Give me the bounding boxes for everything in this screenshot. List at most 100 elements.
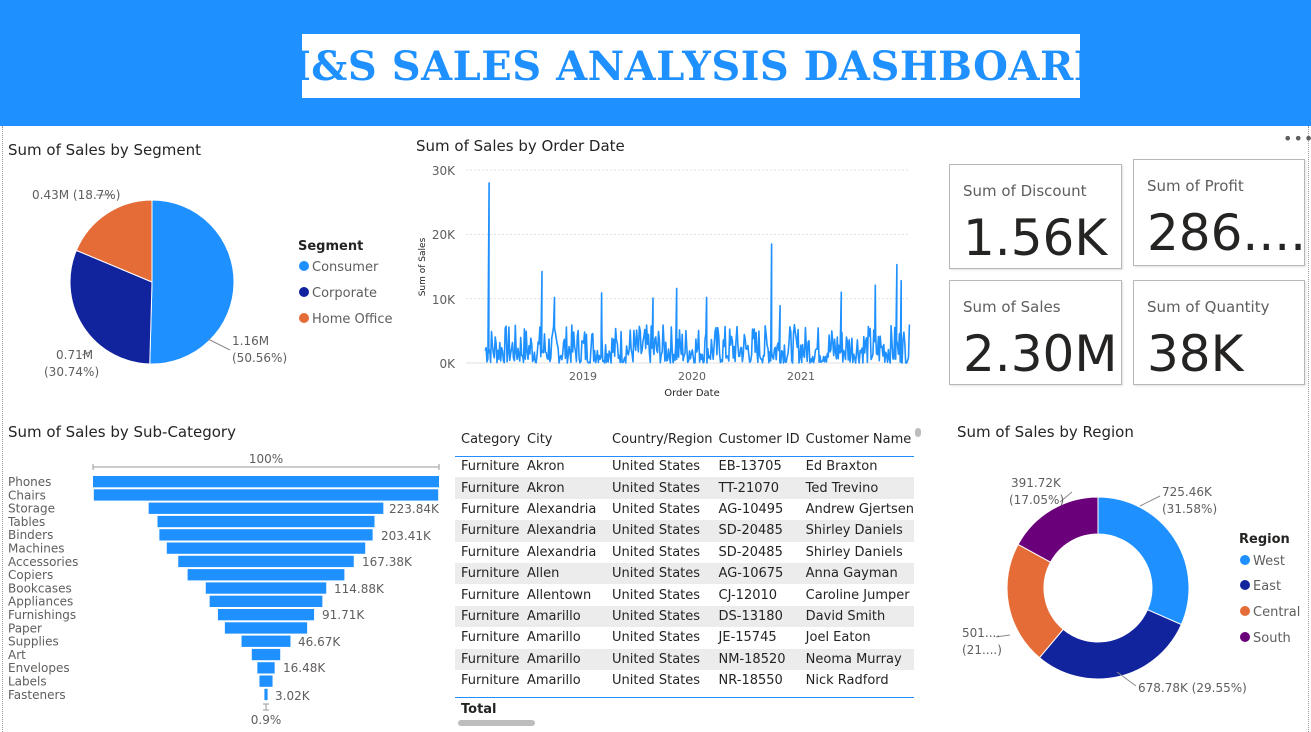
table-cell: Amarillo xyxy=(527,630,581,646)
funnel-bar-fasteners[interactable] xyxy=(264,688,268,701)
orders-table[interactable]: Category City Country/Region Customer ID… xyxy=(455,424,917,732)
kpi-label: Sum of Profit xyxy=(1147,177,1244,195)
table-row[interactable]: Furniture Alexandria United States SD-20485… xyxy=(455,520,914,542)
legend-south[interactable]: South xyxy=(1253,631,1291,646)
funnel-bar-labels[interactable] xyxy=(259,675,273,687)
kpi-card-discount[interactable]: Sum of Discount 1.56K xyxy=(949,164,1122,269)
funnel-bar-furnishings[interactable] xyxy=(217,609,315,621)
funnel-bar-appliances[interactable] xyxy=(209,595,323,607)
legend-central[interactable]: Central xyxy=(1253,605,1300,620)
table-cell: Amarillo xyxy=(527,673,581,689)
slice-east[interactable] xyxy=(1038,609,1182,680)
funnel-bar-copiers[interactable] xyxy=(187,569,345,581)
table-row[interactable]: Furniture Allen United States AG-10675 Anna … xyxy=(455,562,914,585)
legend-west[interactable]: West xyxy=(1253,554,1285,569)
table-cell: AG-10675 xyxy=(712,562,800,585)
value-label-envelopes: 16.48K xyxy=(283,661,326,675)
table-cell: Amarillo xyxy=(521,605,606,628)
category-label-supplies: Supplies xyxy=(8,635,59,649)
table-row[interactable]: Furniture Amarillo United States NR-18550 Ni… xyxy=(455,670,914,691)
header-banner: H&S SALES ANALYSIS DASHBOARD xyxy=(0,0,1311,126)
table-cell: SD-20485 xyxy=(712,520,800,542)
table-cell: NM-18520 xyxy=(712,648,800,670)
funnel-bar-machines[interactable] xyxy=(166,542,366,554)
leader-line xyxy=(1139,495,1161,507)
table-cell: Furniture xyxy=(455,648,521,670)
table-cell: United States xyxy=(606,520,713,542)
funnel-bar-supplies[interactable] xyxy=(241,635,291,647)
table-cell: Furniture xyxy=(455,605,521,628)
category-label-paper: Paper xyxy=(8,621,42,635)
funnel-bar-envelopes[interactable] xyxy=(257,662,275,674)
table-row[interactable]: Furniture Amarillo United States JE-15745 Jo… xyxy=(455,627,914,648)
column-header-customer-id[interactable]: Customer ID xyxy=(712,424,800,457)
legend-consumer[interactable]: Consumer xyxy=(312,260,379,275)
total-divider xyxy=(455,697,914,698)
legend-home-office[interactable]: Home Office xyxy=(312,312,392,327)
column-header-country-region[interactable]: Country/Region xyxy=(606,424,713,457)
table-cell: NR-18550 xyxy=(718,673,783,689)
table-cell: Andrew Gjertsen xyxy=(805,501,914,517)
kpi-value: 38K xyxy=(1147,325,1244,383)
legend-east[interactable]: East xyxy=(1253,579,1281,594)
table-cell: Furniture xyxy=(461,587,520,603)
subcategory-funnel-chart[interactable]: 100% PhonesChairsStorageTablesBindersMac… xyxy=(0,446,450,732)
kpi-card-sales[interactable]: Sum of Sales 2.30M xyxy=(949,280,1122,385)
segment-pie-chart[interactable]: 1.16M (50.56%) 0.43M (18.7%) 0.71M (30.7… xyxy=(0,165,420,395)
funnel-bar-paper[interactable] xyxy=(224,622,308,634)
table-cell: United States xyxy=(612,673,701,689)
column-header-category[interactable]: Category xyxy=(455,424,521,457)
table-cell: Akron xyxy=(527,459,565,475)
table-row[interactable]: Furniture Alexandria United States SD-20485… xyxy=(455,542,914,563)
legend-corporate[interactable]: Corporate xyxy=(312,286,377,301)
funnel-bar-storage[interactable] xyxy=(148,502,384,514)
table-cell: Furniture xyxy=(455,520,521,542)
table-cell: SD-20485 xyxy=(718,544,783,560)
region-donut-chart[interactable]: 725.46K (31.58%) 678.78K (29.55%) 501...… xyxy=(940,446,1311,732)
category-label-tables: Tables xyxy=(7,515,45,529)
category-label-appliances: Appliances xyxy=(8,595,73,609)
corporate-value-label: 0.71M xyxy=(56,348,93,362)
funnel-bar-chairs[interactable] xyxy=(93,489,439,501)
kpi-card-profit[interactable]: Sum of Profit 286.... xyxy=(1133,159,1306,266)
table-cell: Allen xyxy=(521,562,606,585)
slice-consumer[interactable] xyxy=(149,199,235,365)
table-row[interactable]: Furniture Akron United States EB-13705 Ed Br… xyxy=(455,456,914,477)
table-row[interactable]: Furniture Allentown United States CJ-12010 C… xyxy=(455,584,914,605)
table-row[interactable]: Furniture Amarillo United States DS-13180 Da… xyxy=(455,605,914,628)
value-label-binders: 203.41K xyxy=(381,529,432,543)
horizontal-scrollbar[interactable] xyxy=(458,720,535,726)
column-header-customer-name[interactable]: Customer Name xyxy=(799,424,914,457)
corporate-pct-label: (30.74%) xyxy=(44,365,99,379)
table-cell: United States xyxy=(612,630,701,646)
funnel-bar-phones[interactable] xyxy=(93,476,439,488)
funnel-bar-bookcases[interactable] xyxy=(205,582,327,594)
funnel-top-label: 100% xyxy=(249,452,283,466)
vertical-scrollbar[interactable] xyxy=(915,428,921,437)
table-cell: United States xyxy=(612,459,701,475)
order-date-line-chart[interactable]: 30K 20K 10K 0K 2019 2020 2021 Order Date… xyxy=(405,160,920,400)
x-tick-label: 2020 xyxy=(678,370,706,383)
funnel-bar-accessories[interactable] xyxy=(178,555,354,568)
more-options-icon[interactable]: ••• xyxy=(1283,131,1311,147)
sales-series-line[interactable] xyxy=(484,182,911,364)
table-cell: Furniture xyxy=(455,562,521,585)
kpi-card-quantity[interactable]: Sum of Quantity 38K xyxy=(1133,280,1305,385)
funnel-bar-art[interactable] xyxy=(251,648,281,661)
consumer-pct-label: (50.56%) xyxy=(232,351,287,365)
x-tick-label: 2019 xyxy=(569,370,597,383)
table-cell: Shirley Daniels xyxy=(799,520,914,542)
table-cell: Furniture xyxy=(461,630,520,646)
table-cell: Joel Eaton xyxy=(805,630,871,646)
funnel-bar-binders[interactable] xyxy=(159,529,373,541)
slice-west[interactable] xyxy=(1097,496,1190,626)
table-row[interactable]: Furniture Alexandria United States AG-10495… xyxy=(455,499,914,520)
table-row[interactable]: Furniture Akron United States TT-21070 Ted T… xyxy=(455,477,914,499)
table-row[interactable]: Furniture Amarillo United States NM-18520 Ne… xyxy=(455,648,914,670)
table-cell: Alexandria xyxy=(527,544,597,560)
column-header-city[interactable]: City xyxy=(521,424,606,457)
kpi-label: Sum of Quantity xyxy=(1147,298,1270,316)
table-cell: Caroline Jumper xyxy=(805,587,910,603)
funnel-bar-tables[interactable] xyxy=(157,515,375,528)
y-tick-label: 20K xyxy=(432,228,456,242)
